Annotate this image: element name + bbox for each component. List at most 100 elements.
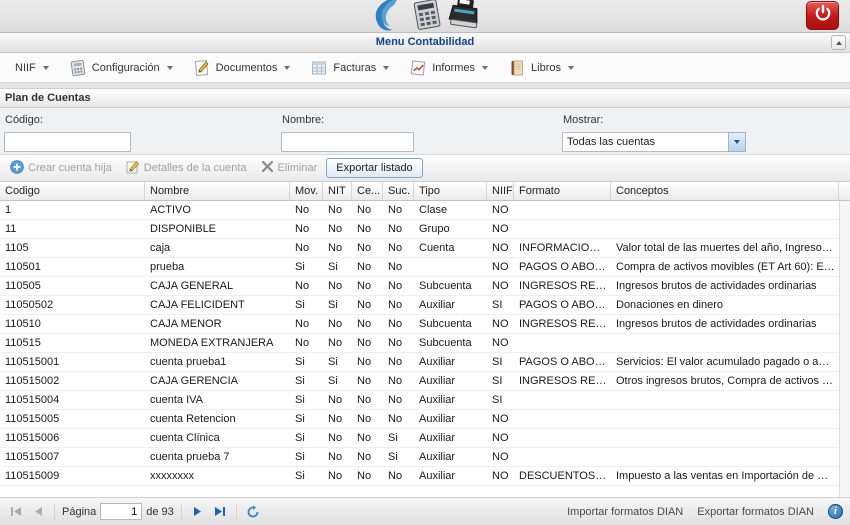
- cell-suc: No: [388, 299, 403, 311]
- cell-tipo: [414, 258, 487, 276]
- table-row[interactable]: 11 DISPONIBLE No No No No Grupo NO: [0, 220, 839, 239]
- cell-niif: NO: [492, 337, 509, 349]
- logout-power-button[interactable]: [806, 1, 839, 30]
- cell-mov: No: [295, 223, 310, 235]
- menu-facturas[interactable]: Facturas: [303, 56, 396, 80]
- cell-tipo: Subcuenta: [419, 318, 472, 330]
- mostrar-selected-value: Todas las cuentas: [562, 132, 728, 152]
- table-row[interactable]: 110505 CAJA GENERAL No No No No Subcuenta NO ING…: [0, 277, 839, 296]
- cell-codigo: 1105: [5, 242, 29, 254]
- table-row[interactable]: 1 ACTIVO No No No No Clase NO: [0, 201, 839, 220]
- next-page-button[interactable]: [189, 503, 207, 521]
- cell-ce: No: [357, 223, 372, 235]
- nombre-input[interactable]: [281, 132, 414, 152]
- table-row[interactable]: 110510 CAJA MENOR No No No No Subcuenta NO INGRE…: [0, 315, 839, 334]
- column-header-suc[interactable]: Suc.: [383, 182, 414, 200]
- delete-label: Eliminar: [277, 162, 318, 174]
- table-row[interactable]: 110515007 cuenta prueba 7 Si No No Si Auxiliar…: [0, 448, 839, 467]
- table-row[interactable]: 11050502 CAJA FELICIDENT Si Si No No Auxiliar S…: [0, 296, 839, 315]
- export-dian-link[interactable]: Exportar formatos DIAN: [697, 506, 814, 518]
- menu-documentos[interactable]: Documentos: [186, 56, 298, 80]
- column-header-nombre[interactable]: Nombre: [145, 182, 290, 200]
- codigo-input[interactable]: [4, 132, 131, 152]
- cell-mov: No: [295, 242, 310, 254]
- cell-tipo: Auxiliar: [419, 356, 456, 368]
- invoice-grid-icon: [310, 59, 328, 77]
- menu-item-label: Libros: [531, 61, 561, 74]
- cell-nombre: MONEDA EXTRANJERA: [150, 337, 274, 349]
- cell-formato: [514, 448, 611, 466]
- table-row[interactable]: 110515005 cuenta Retencion Si No No No Auxilia…: [0, 410, 839, 429]
- chevron-down-icon: [482, 65, 489, 70]
- app-logo: [0, 0, 850, 32]
- top-header: [0, 0, 850, 33]
- table-row[interactable]: 110515 MONEDA EXTRANJERA No No No No Subcuenta…: [0, 334, 839, 353]
- next-page-icon: [194, 507, 202, 516]
- menu-informes[interactable]: Informes: [402, 56, 495, 80]
- header-scrollbar-spacer: [839, 182, 850, 200]
- cell-conceptos: Servicios: El valor acumulado pagado o a…: [616, 356, 839, 368]
- cell-formato: INGRESOS RECI...: [519, 280, 611, 292]
- cell-niif: NO: [492, 223, 509, 235]
- menu-libros[interactable]: Libros: [501, 56, 581, 80]
- table-row[interactable]: 110515009 xxxxxxxx Si No No No Auxiliar NO DESCU…: [0, 467, 839, 486]
- create-child-account-button[interactable]: Crear cuenta hija: [5, 158, 117, 179]
- table-row[interactable]: 110515006 cuenta Clínica Si No No Si Auxiliar N…: [0, 429, 839, 448]
- cell-formato: INGRESOS RECI...: [519, 375, 611, 387]
- collapse-panel-button[interactable]: [831, 35, 846, 50]
- info-icon[interactable]: i: [828, 504, 843, 519]
- column-header-niif[interactable]: NIIF: [487, 182, 514, 200]
- chevron-up-icon: [835, 40, 842, 45]
- table-row[interactable]: 1105 caja No No No No Cuenta NO INFORMACION D...…: [0, 239, 839, 258]
- combo-trigger-button[interactable]: [728, 132, 746, 152]
- menu-configuracion[interactable]: Configuración: [62, 56, 180, 80]
- mostrar-select[interactable]: Todas las cuentas: [562, 132, 746, 152]
- column-header-conceptos[interactable]: Conceptos: [611, 182, 839, 200]
- cell-codigo: 110515: [5, 337, 41, 349]
- cell-niif: NO: [492, 413, 509, 425]
- cell-formato: [514, 334, 611, 352]
- cell-tipo: Auxiliar: [419, 451, 456, 463]
- cell-formato: INFORMACION D...: [519, 242, 611, 254]
- cell-nombre: ACTIVO: [150, 204, 191, 216]
- column-header-codigo[interactable]: Codigo: [0, 182, 145, 200]
- cell-nit: Si: [328, 299, 338, 311]
- cell-mov: Si: [295, 470, 305, 482]
- cell-tipo: Auxiliar: [419, 375, 456, 387]
- page-number-input[interactable]: [100, 503, 143, 520]
- table-row[interactable]: 110515002 CAJA GERENCIA Si Si No No Auxiliar SI…: [0, 372, 839, 391]
- menu-item-label: Configuración: [91, 61, 160, 74]
- cell-suc: No: [388, 261, 403, 273]
- grid-view: 1 ACTIVO No No No No Clase NO 11 DISPONIBLE No No No…: [0, 201, 850, 497]
- cell-formato: [514, 220, 611, 238]
- column-header-mov[interactable]: Mov.: [290, 182, 323, 200]
- column-header-ce[interactable]: Ce...: [352, 182, 383, 200]
- column-header-formato[interactable]: Formato: [514, 182, 611, 200]
- grid-rows: 1 ACTIVO No No No No Clase NO 11 DISPONIBLE No No No…: [0, 201, 839, 486]
- first-page-button[interactable]: [7, 503, 25, 521]
- export-list-button[interactable]: Exportar listado: [326, 158, 423, 178]
- first-page-icon: [10, 507, 21, 516]
- cell-tipo: Auxiliar: [419, 470, 456, 482]
- last-page-button[interactable]: [211, 503, 229, 521]
- column-header-nit[interactable]: NIT: [323, 182, 352, 200]
- prev-page-button[interactable]: [29, 503, 47, 521]
- menu-niif[interactable]: NIIF: [8, 59, 56, 77]
- table-row[interactable]: 110515004 cuenta IVA Si No No No Auxiliar SI: [0, 391, 839, 410]
- account-details-button[interactable]: Detalles de la cuenta: [121, 158, 252, 179]
- cell-ce: No: [357, 413, 372, 425]
- cell-nit: No: [328, 242, 343, 254]
- cell-conceptos: [611, 391, 839, 409]
- cell-tipo: Auxiliar: [419, 299, 456, 311]
- refresh-button[interactable]: [244, 503, 262, 521]
- table-row[interactable]: 110515001 cuenta prueba1 Si Si No No Auxiliar S…: [0, 353, 839, 372]
- import-dian-link[interactable]: Importar formatos DIAN: [567, 506, 683, 518]
- cell-ce: No: [357, 470, 372, 482]
- chevron-down-icon: [567, 65, 574, 70]
- vertical-scrollbar[interactable]: [839, 201, 850, 497]
- chevron-down-icon: [284, 65, 291, 70]
- cell-ce: No: [357, 299, 372, 311]
- table-row[interactable]: 110501 prueba Si Si No No NO PAGOS O ABONO... Co…: [0, 258, 839, 277]
- column-header-tipo[interactable]: Tipo: [414, 182, 487, 200]
- delete-button[interactable]: Eliminar: [256, 158, 323, 178]
